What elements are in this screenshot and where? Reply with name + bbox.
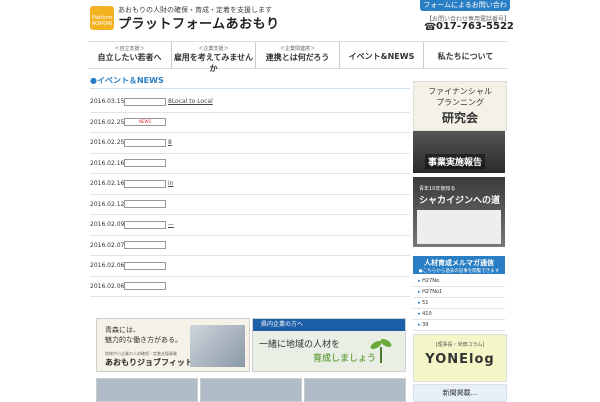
- news-tag: [124, 261, 166, 270]
- newspaper-banner[interactable]: 新聞掲載...: [413, 384, 507, 402]
- divider: [90, 88, 410, 89]
- banner-name: あおもりジョブフィット: [105, 358, 193, 367]
- banner-sub: 青年10年後知る: [419, 186, 456, 192]
- nav-sub-label: ＜企業支援＞: [198, 46, 229, 52]
- banner-photo: [190, 325, 245, 367]
- news-tag: [124, 179, 166, 188]
- banner-line: 魅力的な働き方がある。: [105, 336, 182, 344]
- news-title[interactable]: in: [168, 180, 173, 187]
- news-date: 2016.03.15: [90, 98, 125, 106]
- nav-item-about[interactable]: 私たちについて: [424, 42, 507, 68]
- news-item[interactable]: 2016.02.25 NEWS: [90, 113, 410, 133]
- nav-item-events[interactable]: イベント&NEWS: [340, 42, 424, 68]
- mailmag-list: H27No. H27No1 51 410 39: [413, 276, 505, 331]
- banner-line: ファイナンシャル: [428, 87, 492, 96]
- news-date: 2016.02.25: [90, 118, 125, 126]
- sprout-icon: [370, 339, 392, 363]
- news-date: 2016.02.07: [90, 241, 125, 249]
- news-item[interactable]: 2016.02.06: [90, 277, 410, 297]
- banner-title: YONElog: [425, 352, 495, 367]
- banner-head: 県内企業の方へ: [253, 319, 405, 331]
- nav-sub-label: ＜自立支援＞: [114, 46, 145, 52]
- news-tag: [124, 282, 166, 291]
- news-title[interactable]: —: [168, 221, 174, 228]
- banner-label: 事業実施報告: [425, 154, 486, 169]
- news-tag: [124, 159, 166, 168]
- mailmag-sub: ●こちらから過去の記事を閲覧できます: [418, 269, 500, 274]
- news-item[interactable]: 2016.02.09 —: [90, 215, 410, 236]
- phone-icon: ☎: [424, 22, 437, 33]
- thumbnail-image[interactable]: [304, 378, 406, 402]
- jobfit-banner[interactable]: 青森には、 魅力的な働き方がある。 地域中小企業の人材確保・定着支援事業 あおも…: [96, 318, 250, 372]
- news-item[interactable]: 2016.02.06: [90, 256, 410, 277]
- news-title[interactable]: 8Local to Local: [168, 98, 213, 105]
- news-tag: [124, 220, 166, 229]
- news-list: 2016.03.15 8Local to Local 2016.02.25 NEWS…: [90, 92, 410, 297]
- nav-sub-label: ＜企業間連携＞: [279, 46, 315, 52]
- mailmag-item[interactable]: 51: [413, 298, 505, 309]
- banner-line: プランニング: [436, 98, 484, 107]
- news-item[interactable]: 2016.02.12: [90, 195, 410, 215]
- nav-label: 雇用を考えてみませんか: [173, 53, 254, 73]
- banner-line: 一緒に地域の人材を: [259, 340, 341, 350]
- nav-item-collaboration[interactable]: ＜企業間連携＞ 連携とは何だろう: [256, 42, 340, 68]
- banner-label: シャカイジンへの道: [419, 196, 501, 206]
- news-title[interactable]: 8: [168, 139, 172, 146]
- news-tag: NEWS: [124, 118, 166, 127]
- news-tag: [124, 138, 166, 147]
- news-tag: [124, 97, 166, 106]
- nav-item-employment[interactable]: ＜企業支援＞ 雇用を考えてみませんか: [172, 42, 256, 73]
- news-tag: [124, 200, 166, 209]
- news-date: 2016.02.16: [90, 159, 125, 167]
- mailmag-item[interactable]: 39: [413, 320, 505, 331]
- news-date: 2016.02.25: [90, 139, 125, 147]
- news-item[interactable]: 2016.02.25 8: [90, 133, 410, 154]
- news-section-title-text: イベント＆NEWS: [96, 76, 164, 85]
- news-item[interactable]: 2016.02.16: [90, 154, 410, 174]
- news-date: 2016.02.09: [90, 221, 125, 229]
- site-logo[interactable]: Platform AOMORI: [90, 6, 114, 30]
- logo-text: Platform AOMORI: [91, 15, 113, 27]
- thumbnail-image[interactable]: [96, 378, 198, 402]
- mailmag-item[interactable]: H27No1: [413, 287, 505, 298]
- fp-study-banner[interactable]: ファイナンシャル プランニング 研究会: [413, 81, 507, 131]
- mailmag-title: 人材育成メルマガ通信: [424, 259, 494, 267]
- shakaijin-banner[interactable]: 青年10年後知る シャカイジンへの道: [413, 177, 505, 247]
- news-section-title: ●イベント＆NEWS: [90, 75, 164, 86]
- company-banner[interactable]: 県内企業の方へ 一緒に地域の人材を 育成しましょう: [252, 318, 406, 372]
- phone-number: 017-763-5522: [436, 21, 514, 32]
- nav-label: 私たちについて: [437, 52, 494, 61]
- nav-label: 連携とは何だろう: [265, 53, 330, 62]
- yonelog-banner[interactable]: [理事長・米田コラム] YONElog: [413, 334, 507, 382]
- site-name[interactable]: プラットフォームあおもり: [118, 13, 280, 32]
- news-tag: [124, 241, 166, 250]
- news-date: 2016.02.12: [90, 200, 125, 208]
- banner-sub: [理事長・米田コラム]: [435, 342, 485, 348]
- thumbnail-image[interactable]: [200, 378, 302, 402]
- nav-item-youth[interactable]: ＜自立支援＞ 自立したい若者へ: [88, 42, 172, 68]
- banner-line: 研究会: [441, 111, 478, 125]
- newspaper-image: [417, 210, 501, 244]
- main-nav: ＜自立支援＞ 自立したい若者へ ＜企業支援＞ 雇用を考えてみませんか ＜企業間連…: [88, 41, 507, 73]
- mailmag-item[interactable]: 410: [413, 309, 505, 320]
- nav-label: イベント&NEWS: [348, 52, 415, 61]
- mailmag-header[interactable]: 人材育成メルマガ通信 ●こちらから過去の記事を閲覧できます: [413, 256, 505, 274]
- news-date: 2016.02.06: [90, 262, 125, 270]
- bullet-icon: ●: [90, 76, 97, 85]
- news-item[interactable]: 2016.03.15 8Local to Local: [90, 92, 410, 113]
- banner-line: 青森には、: [105, 326, 140, 334]
- mailmag-item[interactable]: H27No.: [413, 276, 505, 287]
- news-item[interactable]: 2016.02.16 in: [90, 174, 410, 195]
- nav-label: 自立したい若者へ: [97, 53, 162, 62]
- report-banner[interactable]: 事業実施報告: [413, 131, 505, 173]
- news-date: 2016.02.16: [90, 180, 125, 188]
- news-date: 2016.02.06: [90, 282, 125, 290]
- contact-form-button[interactable]: フォームによるお問い合わせ: [420, 0, 510, 20]
- news-item[interactable]: 2016.02.07: [90, 236, 410, 256]
